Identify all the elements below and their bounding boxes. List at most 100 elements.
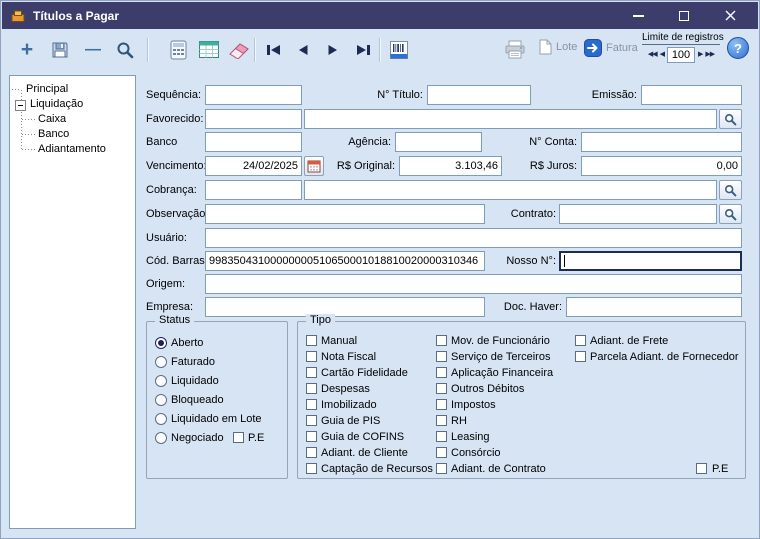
favorecido-lookup-button[interactable] [719,109,742,129]
cobranca-lookup-button[interactable] [719,180,742,200]
origem-field[interactable] [205,274,742,294]
close-button[interactable] [711,2,749,29]
calculator-button[interactable] [164,36,192,63]
checkbox-guia-de-cofins[interactable] [306,431,317,442]
tree-item-liquidacao[interactable]: Liquidação [30,97,83,112]
tipo-pe-label[interactable]: P.E [712,462,728,476]
n-conta-field[interactable] [581,132,742,152]
rs-juros-field[interactable] [581,156,742,176]
minimize-button[interactable] [619,2,657,29]
radio-label-aberto[interactable]: Aberto [171,336,203,350]
help-button[interactable]: ? [727,37,749,59]
checkbox-adiant-de-contrato[interactable] [436,463,447,474]
favorecido-code-field[interactable] [205,109,302,129]
observacao-field[interactable] [205,204,485,224]
tree-item-banco[interactable]: Banco [38,127,69,142]
radio-liquidado-em-lote[interactable] [155,413,167,425]
checkbox-outros-debitos[interactable] [436,383,447,394]
tree-item-caixa[interactable]: Caixa [38,112,66,127]
checkbox-parcela-adiant-de-fornecedor[interactable] [575,351,586,362]
maximize-button[interactable] [665,2,703,29]
cobranca-name-field[interactable] [304,180,717,200]
checkbox-manual[interactable] [306,335,317,346]
tree-item-principal[interactable]: Principal [26,82,68,97]
checkbox-label-captacao-de-recursos[interactable]: Captação de Recursos [321,462,433,476]
barcode-button[interactable] [385,36,413,63]
checkbox-label-mov-de-funcionario[interactable]: Mov. de Funcionário [451,334,550,348]
checkbox-label-despesas[interactable]: Despesas [321,382,370,396]
checkbox-label-guia-de-pis[interactable]: Guia de PIS [321,414,380,428]
contrato-field[interactable] [559,204,717,224]
status-pe-checkbox[interactable] [233,432,244,443]
limit-first-icon[interactable]: ◀◀ [648,48,657,62]
doc-haver-field[interactable] [566,297,742,317]
radio-label-liquidado-em-lote[interactable]: Liquidado em Lote [171,412,262,426]
save-button[interactable] [46,36,74,63]
checkbox-despesas[interactable] [306,383,317,394]
checkbox-label-imobilizado[interactable]: Imobilizado [321,398,377,412]
emissao-field[interactable] [641,85,742,105]
new-button[interactable]: + [13,36,41,63]
radio-label-negociado[interactable]: Negociado [171,431,224,445]
checkbox-label-aplicacao-financeira[interactable]: Aplicação Financeira [451,366,553,380]
radio-label-faturado[interactable]: Faturado [171,355,215,369]
checkbox-captacao-de-recursos[interactable] [306,463,317,474]
search-button[interactable] [111,36,139,63]
browse-grid-button[interactable] [195,36,223,63]
nav-last-button[interactable] [349,36,377,63]
eraser-button[interactable] [225,36,253,63]
empresa-field[interactable] [205,297,485,317]
checkbox-impostos[interactable] [436,399,447,410]
calendar-button[interactable] [304,156,324,176]
record-limit-value[interactable]: 100 [667,47,695,63]
agencia-field[interactable] [395,132,482,152]
limit-prev-icon[interactable]: ◀ [660,48,664,62]
checkbox-label-manual[interactable]: Manual [321,334,357,348]
limit-last-icon[interactable]: ▶▶ [705,48,714,62]
radio-negociado[interactable] [155,432,167,444]
checkbox-label-adiant-de-contrato[interactable]: Adiant. de Contrato [451,462,546,476]
checkbox-label-adiant-de-cliente[interactable]: Adiant. de Cliente [321,446,408,460]
tipo-pe-checkbox[interactable] [696,463,707,474]
nav-next-button[interactable] [319,36,347,63]
print-button[interactable] [501,36,529,63]
checkbox-nota-fiscal[interactable] [306,351,317,362]
fatura-button[interactable]: Fatura [584,39,638,57]
banco-field[interactable] [205,132,302,152]
checkbox-label-cartao-fidelidade[interactable]: Cartão Fidelidade [321,366,408,380]
usuario-field[interactable] [205,228,742,248]
checkbox-label-nota-fiscal[interactable]: Nota Fiscal [321,350,376,364]
cod-barras-field[interactable] [205,251,485,271]
status-pe-label[interactable]: P.E [248,431,264,445]
sequencia-field[interactable] [205,85,302,105]
checkbox-label-parcela-adiant-de-fornecedor[interactable]: Parcela Adiant. de Fornecedor [590,350,739,364]
checkbox-label-rh[interactable]: RH [451,414,467,428]
nav-prev-button[interactable] [289,36,317,63]
n-titulo-field[interactable] [427,85,531,105]
lote-button[interactable]: Lote [539,39,577,55]
radio-label-liquidado[interactable]: Liquidado [171,374,219,388]
checkbox-leasing[interactable] [436,431,447,442]
checkbox-label-servico-de-terceiros[interactable]: Serviço de Terceiros [451,350,550,364]
radio-faturado[interactable] [155,356,167,368]
cobranca-code-field[interactable] [205,180,302,200]
checkbox-cartao-fidelidade[interactable] [306,367,317,378]
limit-next-icon[interactable]: ▶ [698,48,702,62]
checkbox-label-outros-debitos[interactable]: Outros Débitos [451,382,524,396]
checkbox-label-impostos[interactable]: Impostos [451,398,496,412]
delete-button[interactable]: — [79,36,107,63]
rs-original-field[interactable] [399,156,502,176]
favorecido-name-field[interactable] [304,109,717,129]
checkbox-consorcio[interactable] [436,447,447,458]
contrato-lookup-button[interactable] [719,204,742,224]
radio-label-bloqueado[interactable]: Bloqueado [171,393,224,407]
vencimento-field[interactable] [205,156,302,176]
checkbox-imobilizado[interactable] [306,399,317,410]
checkbox-adiant-de-frete[interactable] [575,335,586,346]
checkbox-mov-de-funcionario[interactable] [436,335,447,346]
nosso-n-field[interactable] [559,251,742,271]
tree-expander-icon[interactable] [15,100,26,111]
checkbox-label-adiant-de-frete[interactable]: Adiant. de Frete [590,334,668,348]
tree-item-adiantamento[interactable]: Adiantamento [38,142,106,157]
checkbox-label-leasing[interactable]: Leasing [451,430,490,444]
